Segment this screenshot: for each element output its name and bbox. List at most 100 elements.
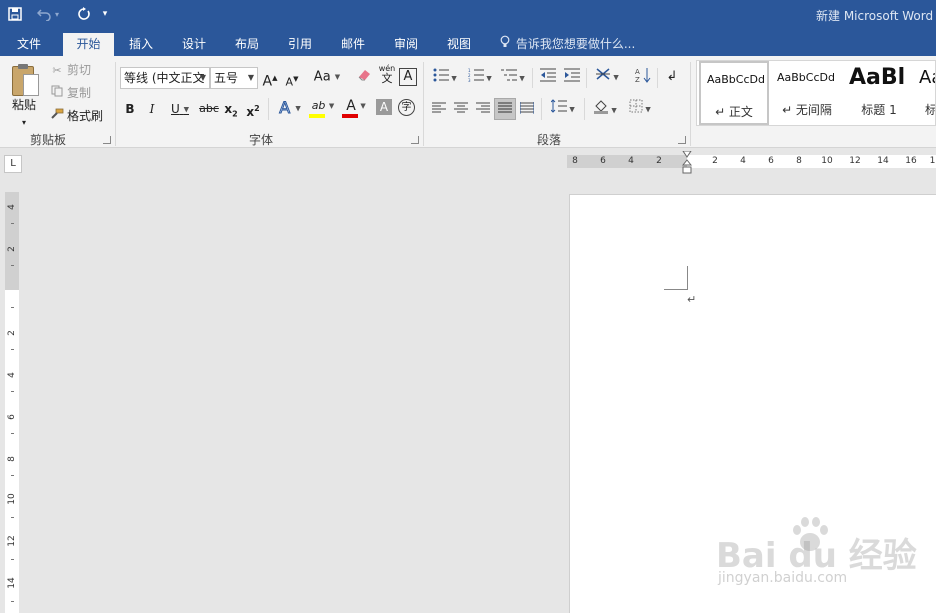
style-no-spacing[interactable]: AaBbCcDd ↵ 无间隔: [771, 61, 843, 125]
ruler-label: 8: [796, 156, 802, 166]
vertical-ruler[interactable]: 4 2 2 4 6 8 10 12 14: [5, 192, 19, 613]
shrink-font-button[interactable]: A▼: [284, 69, 300, 89]
undo-dropdown-icon[interactable]: ▾: [52, 4, 62, 24]
align-center-button[interactable]: [452, 100, 470, 120]
underline-button[interactable]: U ▼: [166, 99, 194, 119]
tab-file[interactable]: 文件: [8, 33, 50, 56]
strikethrough-button[interactable]: abc: [198, 99, 220, 119]
group-divider: [268, 98, 269, 120]
ruler-label: 16: [905, 156, 917, 166]
tab-insert[interactable]: 插入: [120, 33, 162, 56]
font-size-select[interactable]: 五号 ▼: [210, 67, 258, 89]
group-divider: [532, 68, 533, 88]
tab-mailings[interactable]: 邮件: [332, 33, 374, 56]
borders-button[interactable]: ▼: [625, 99, 655, 119]
tab-layout[interactable]: 布局: [226, 33, 268, 56]
svg-text:A: A: [635, 68, 640, 76]
enclose-characters-button[interactable]: 字: [398, 99, 415, 116]
shading-button[interactable]: ▼: [590, 98, 620, 118]
title-bar: ▾ ▾ 新建 Microsoft Word: [0, 0, 936, 30]
character-border-button[interactable]: A: [399, 68, 417, 86]
group-divider: [115, 62, 116, 146]
paste-icon[interactable]: [10, 64, 40, 98]
font-color-button[interactable]: A ▼: [341, 96, 371, 116]
clear-formatting-icon[interactable]: [355, 67, 373, 87]
align-left-button[interactable]: [430, 100, 448, 120]
ruler-label: 12: [849, 156, 861, 166]
clipboard-launcher-icon[interactable]: [103, 136, 111, 144]
font-group-label: 字体: [249, 133, 274, 147]
customize-qat-icon[interactable]: ▾: [98, 4, 112, 24]
paste-dropdown-icon[interactable]: ▾: [22, 114, 26, 132]
change-case-button[interactable]: Aa ▼: [312, 67, 342, 87]
group-divider: [657, 68, 658, 88]
justify-button[interactable]: [494, 98, 516, 120]
group-divider: [423, 62, 424, 146]
tab-design[interactable]: 设计: [173, 33, 215, 56]
tab-selector[interactable]: L: [4, 155, 22, 173]
format-painter-button[interactable]: 格式刷: [49, 107, 103, 125]
bold-button[interactable]: B: [122, 99, 138, 119]
group-divider: [541, 98, 542, 120]
paragraph-group-label: 段落: [537, 133, 562, 147]
decrease-indent-button[interactable]: [538, 68, 558, 88]
clipboard-group-label: 剪贴板: [30, 133, 67, 147]
group-divider: [690, 62, 691, 146]
window-title: 新建 Microsoft Word: [816, 9, 934, 23]
save-icon[interactable]: [5, 4, 25, 24]
tab-home[interactable]: 开始: [63, 33, 114, 56]
ruler-label: 1: [929, 156, 936, 166]
line-spacing-button[interactable]: ▼: [548, 99, 578, 119]
style-heading-2[interactable]: Aa 标: [915, 61, 935, 125]
font-family-select[interactable]: 等线 (中文正文 ▼: [120, 67, 210, 89]
character-shading-button[interactable]: A: [376, 99, 392, 115]
subscript-button[interactable]: x2: [223, 99, 239, 119]
undo-icon[interactable]: [34, 4, 54, 24]
copy-button[interactable]: 复制: [49, 84, 91, 102]
lightbulb-icon: [500, 33, 512, 56]
bullets-button[interactable]: ▼: [430, 68, 460, 88]
chevron-down-icon: ▼: [247, 73, 254, 82]
tell-me-placeholder: 告诉我您想要做什么...: [515, 37, 636, 51]
multilevel-list-button[interactable]: ▼: [498, 68, 528, 88]
horizontal-ruler[interactable]: 8 6 4 2 2 4 6 8 10 12 14 16 1: [567, 155, 936, 168]
margin-corner-mark: [664, 266, 688, 290]
tab-review[interactable]: 审阅: [385, 33, 427, 56]
ruler-label: 2: [7, 330, 17, 336]
cut-button[interactable]: ✂ 剪切: [49, 61, 91, 79]
style-heading-1[interactable]: AaBl 标题 1: [843, 61, 915, 125]
increase-indent-button[interactable]: [562, 68, 582, 88]
text-effects-button[interactable]: A ▼: [275, 98, 305, 118]
tab-references[interactable]: 引用: [279, 33, 321, 56]
paste-button[interactable]: 粘贴: [12, 96, 36, 113]
superscript-button[interactable]: x2: [245, 99, 261, 119]
tab-view[interactable]: 视图: [438, 33, 480, 56]
grow-font-button[interactable]: A▲: [262, 68, 278, 90]
font-launcher-icon[interactable]: [411, 136, 419, 144]
align-right-button[interactable]: [474, 100, 492, 120]
tell-me-search[interactable]: 告诉我您想要做什么...: [500, 33, 635, 56]
distributed-button[interactable]: [518, 100, 536, 120]
styles-gallery: AaBbCcDd ↵ 正文 AaBbCcDd ↵ 无间隔 AaBl 标题 1 A…: [696, 60, 936, 126]
copy-icon: [49, 85, 65, 103]
font-color-swatch: [342, 114, 358, 118]
ruler-label: 2: [7, 246, 17, 252]
style-normal[interactable]: AaBbCcDd ↵ 正文: [699, 61, 769, 125]
paragraph-launcher-icon[interactable]: [678, 136, 686, 144]
ruler-label: 10: [7, 493, 17, 505]
indent-marker[interactable]: [681, 150, 693, 177]
sort-button[interactable]: AZ: [633, 67, 653, 87]
highlight-color-button[interactable]: ab ▼: [307, 96, 339, 116]
ribbon-tabs: 文件 开始 插入 设计 布局 引用 邮件 审阅 视图 告诉我您想要做什么...: [0, 30, 936, 56]
scissors-icon: ✂: [52, 64, 62, 77]
phonetic-guide-button[interactable]: wén 文: [377, 64, 397, 84]
ruler-label: 14: [7, 577, 17, 589]
show-formatting-marks-button[interactable]: ↲: [664, 67, 680, 87]
group-divider: [584, 98, 585, 120]
ruler-label: 8: [7, 456, 17, 462]
numbering-button[interactable]: 123 ▼: [465, 68, 495, 88]
chinese-layout-button[interactable]: ▼: [592, 67, 622, 87]
svg-text:Z: Z: [635, 76, 640, 83]
redo-icon[interactable]: [74, 4, 94, 24]
italic-button[interactable]: I: [144, 99, 160, 119]
